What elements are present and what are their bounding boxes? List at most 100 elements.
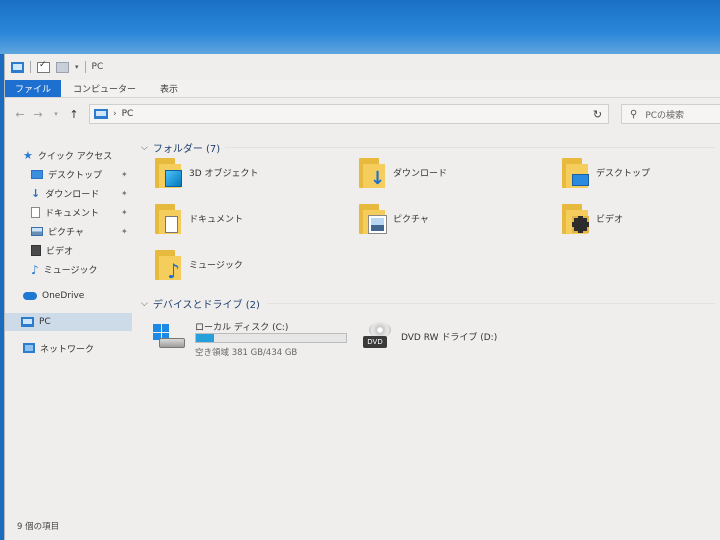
download-icon: ↓ [359,158,387,188]
drive-dvd[interactable]: DVD DVD RW ドライブ (D:) [363,320,503,360]
properties-icon[interactable] [37,60,50,73]
nav-quick-access[interactable]: ★ クイック アクセス [23,146,112,164]
pictures-icon [31,226,43,236]
pictures-icon [359,204,387,234]
tab-file[interactable]: ファイル [5,80,62,97]
ribbon-tabs: ファイル コンピューター 表示 [5,80,720,98]
nav-item-music[interactable]: ♪ ミュージック [31,260,98,278]
search-icon: ⚲ [630,108,638,120]
pc-icon [94,109,108,119]
local-disk-icon [153,324,185,350]
nav-onedrive[interactable]: OneDrive [23,287,84,305]
group-title: フォルダー (7) [152,144,221,155]
drive-free-space: 空き領域 381 GB/434 GB [195,348,298,358]
divider [30,61,31,73]
forward-arrow-icon[interactable]: → [29,108,47,121]
folder-desktop[interactable]: デスクトップ [562,154,720,194]
folder-documents[interactable]: ドキュメント [155,200,325,240]
desktop-icon [31,169,43,179]
nav-label: PC [39,317,51,327]
breadcrumb-pc[interactable]: PC [122,109,134,119]
search-placeholder: PCの検索 [645,110,685,121]
nav-label: ミュージック [43,265,98,276]
drive-label: DVD RW ドライブ (D:) [401,333,498,343]
nav-label: ピクチャ [48,227,84,238]
3d-objects-icon [155,158,183,188]
music-icon: ♪ [31,262,39,277]
customize-quick-access-icon[interactable]: ▾ [75,63,79,71]
video-icon [562,204,590,234]
nav-item-desktop[interactable]: デスクトップ [31,165,102,183]
pin-icon: ✦ [121,227,128,236]
explorer-window: ▾ PC ファイル コンピューター 表示 ← → ▾ ↑ › PC ▾ ↻ ⚲ … [4,54,720,540]
folder-label: 3D オブジェクト [189,169,259,179]
dvd-badge: DVD [363,336,387,348]
dvd-drive-icon: DVD [363,322,393,350]
group-divider [267,303,715,304]
music-icon: ♪ [155,250,183,281]
back-arrow-icon[interactable]: ← [11,108,29,121]
nav-item-pictures[interactable]: ピクチャ [31,222,84,240]
nav-item-documents[interactable]: ドキュメント [31,203,99,221]
folder-downloads[interactable]: ↓ ダウンロード [359,154,529,194]
collapse-chevron-icon: ⌵ [141,142,148,153]
new-folder-icon[interactable] [56,61,69,73]
folder-3d-objects[interactable]: 3D オブジェクト [155,154,325,194]
drive-label: ローカル ディスク (C:) [195,323,289,333]
nav-label: ダウンロード [45,189,100,200]
pc-icon [11,61,24,73]
desktop-background [0,0,720,54]
document-icon [155,204,183,234]
search-box[interactable]: ⚲ PCの検索 [621,104,720,124]
nav-label: クイック アクセス [37,151,113,162]
nav-item-videos[interactable]: ビデオ [31,241,73,259]
status-item-count: 9 個の項目 [17,522,60,532]
folder-pictures[interactable]: ピクチャ [359,200,529,240]
address-bar[interactable]: › PC ▾ [89,104,609,124]
nav-network[interactable]: ネットワーク [23,339,94,357]
nav-label: デスクトップ [48,170,103,181]
refresh-icon: ↻ [592,107,603,121]
up-arrow-icon[interactable]: ↑ [65,108,83,121]
desktop-icon [562,158,590,188]
onedrive-cloud-icon [23,292,37,300]
nav-label: OneDrive [42,291,85,301]
group-header-folders[interactable]: ⌵ フォルダー (7) [141,140,221,156]
pin-icon: ✦ [121,189,128,198]
navigation-pane: ★ クイック アクセス デスクトップ ✦ ↓ ダウンロード ✦ ドキュメント ✦… [5,142,133,522]
group-title: デバイスとドライブ (2) [152,300,260,311]
refresh-button[interactable]: ↻ [587,104,609,124]
navigation-row: ← → ▾ ↑ › PC ▾ ↻ ⚲ PCの検索 [5,102,720,126]
folder-label: ダウンロード [393,169,448,179]
group-divider [225,147,715,148]
folder-label: デスクトップ [596,169,651,179]
network-icon [23,343,35,353]
nav-this-pc[interactable]: PC [5,313,132,331]
folder-music[interactable]: ♪ ミュージック [155,246,325,286]
pin-icon: ✦ [121,170,128,179]
star-icon: ★ [23,148,33,162]
breadcrumb-chevron-icon[interactable]: › [113,109,117,119]
pin-icon: ✦ [121,208,128,217]
title-bar: ▾ PC [5,54,720,80]
drive-usage-bar [195,333,347,343]
recent-locations-chevron-icon[interactable]: ▾ [47,110,65,118]
video-icon [31,244,41,256]
nav-label: ネットワーク [40,344,95,355]
download-icon: ↓ [31,186,41,200]
folder-videos[interactable]: ビデオ [562,200,720,240]
folder-label: ピクチャ [393,215,429,225]
nav-label: ドキュメント [45,208,100,219]
drive-c[interactable]: ローカル ディスク (C:) 空き領域 381 GB/434 GB [153,320,353,360]
drive-usage-fill [196,334,214,342]
nav-item-downloads[interactable]: ↓ ダウンロード [31,184,99,202]
collapse-chevron-icon: ⌵ [141,298,148,309]
window-title: PC [91,62,104,72]
divider [84,61,86,73]
tab-view[interactable]: 表示 [148,80,190,97]
group-header-devices[interactable]: ⌵ デバイスとドライブ (2) [141,296,260,312]
nav-label: ビデオ [46,246,74,257]
folder-label: ドキュメント [189,215,244,225]
folder-label: ミュージック [189,261,243,271]
tab-computer[interactable]: コンピューター [61,80,148,97]
